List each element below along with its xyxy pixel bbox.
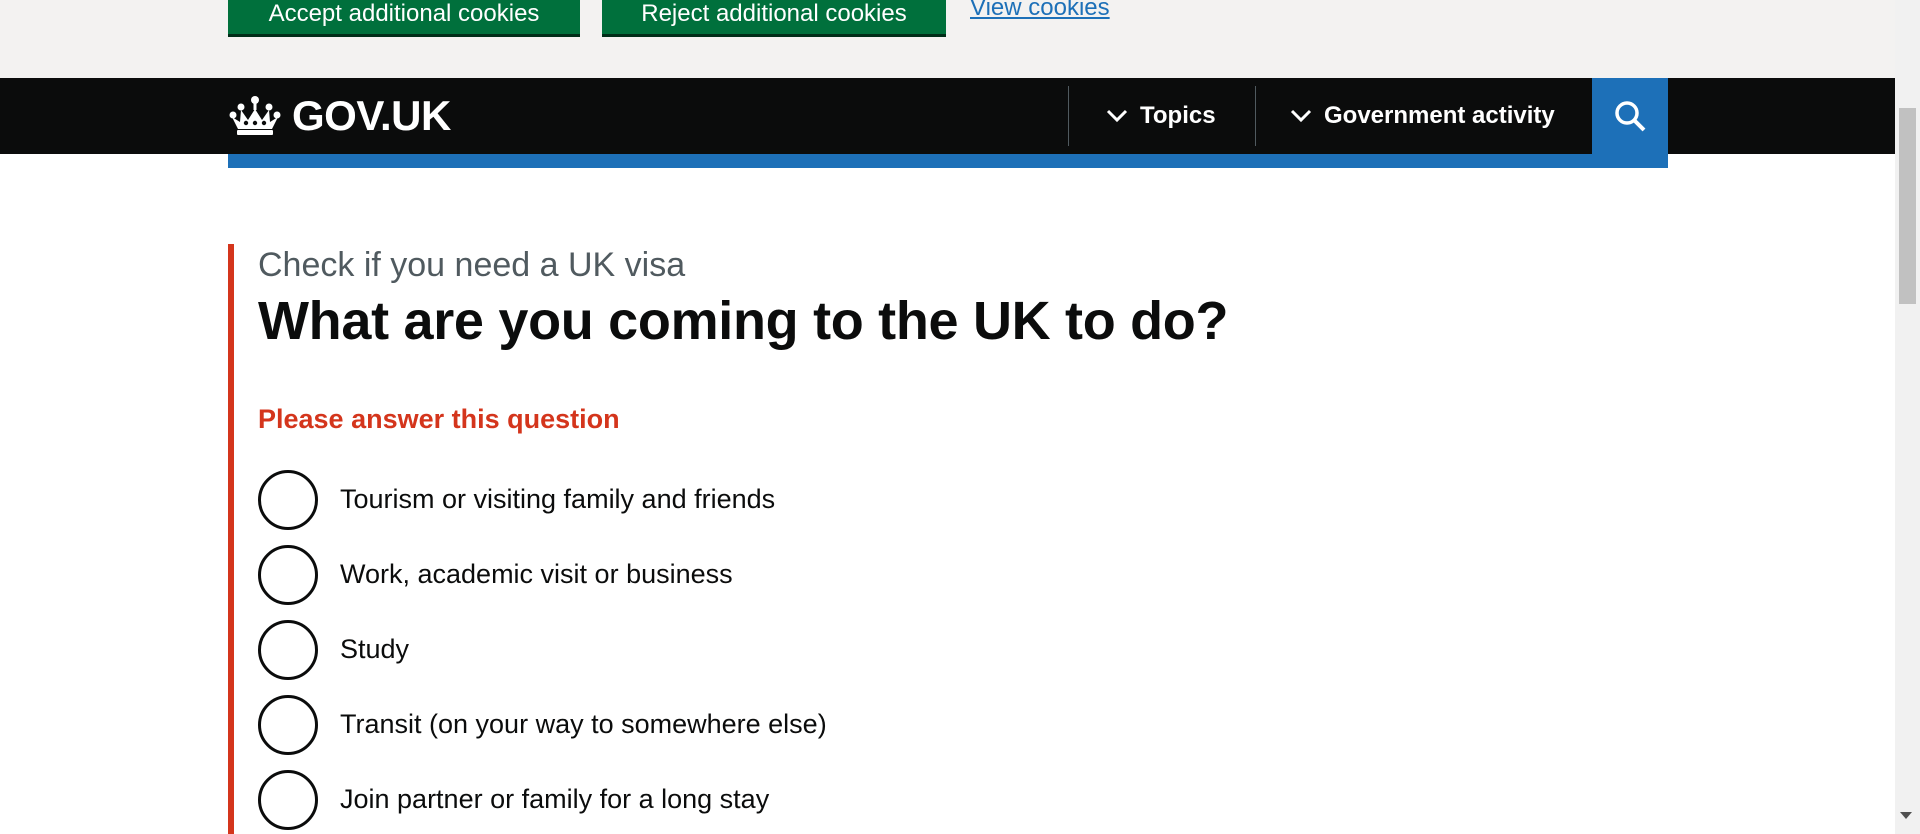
radio-option-study[interactable]: Study xyxy=(258,612,827,687)
search-button[interactable] xyxy=(1592,78,1668,154)
scroll-down-arrow-icon[interactable] xyxy=(1900,812,1912,819)
site-header: GOV.UK Topics Government activity xyxy=(0,78,1895,154)
radio-label[interactable]: Study xyxy=(340,634,409,665)
nav-divider xyxy=(1068,86,1069,146)
reject-cookies-button[interactable]: Reject additional cookies xyxy=(602,0,946,34)
nav-government-activity-button[interactable]: Government activity xyxy=(1290,78,1555,154)
chevron-down-icon xyxy=(1106,109,1128,123)
radio-label[interactable]: Tourism or visiting family and friends xyxy=(340,484,775,515)
error-message: Please answer this question xyxy=(258,404,620,434)
radio-button[interactable] xyxy=(258,694,318,755)
radio-option-join-family[interactable]: Join partner or family for a long stay xyxy=(258,762,827,834)
radio-option-transit[interactable]: Transit (on your way to somewhere else) xyxy=(258,687,827,762)
govuk-logo-link[interactable]: GOV.UK xyxy=(228,92,451,140)
page-caption: Check if you need a UK visa xyxy=(258,246,686,284)
cookie-banner: Accept additional cookies Reject additio… xyxy=(0,0,1895,78)
page: Accept additional cookies Reject additio… xyxy=(0,0,1920,834)
crown-icon xyxy=(229,96,281,135)
error-border xyxy=(228,244,234,834)
radio-group: Tourism or visiting family and friends W… xyxy=(258,462,827,834)
radio-button[interactable] xyxy=(258,769,318,830)
scrollbar-thumb[interactable] xyxy=(1899,108,1916,304)
radio-label[interactable]: Work, academic visit or business xyxy=(340,559,733,590)
view-cookies-link[interactable]: View cookies xyxy=(970,0,1110,22)
radio-option-work[interactable]: Work, academic visit or business xyxy=(258,537,827,612)
header-blue-bar xyxy=(228,154,1668,168)
accept-cookies-button[interactable]: Accept additional cookies xyxy=(228,0,580,34)
radio-button[interactable] xyxy=(258,544,318,605)
radio-label[interactable]: Join partner or family for a long stay xyxy=(340,784,769,815)
logo-text: GOV.UK xyxy=(292,92,451,139)
page-title: What are you coming to the UK to do? xyxy=(258,291,1229,351)
nav-government-activity-label: Government activity xyxy=(1324,102,1555,129)
nav-divider xyxy=(1255,86,1256,146)
chevron-down-icon xyxy=(1290,109,1312,123)
radio-button[interactable] xyxy=(258,619,318,680)
radio-button[interactable] xyxy=(258,469,318,530)
radio-option-tourism[interactable]: Tourism or visiting family and friends xyxy=(258,462,827,537)
nav-topics-button[interactable]: Topics xyxy=(1106,78,1216,154)
radio-label[interactable]: Transit (on your way to somewhere else) xyxy=(340,709,827,740)
search-icon xyxy=(1615,101,1646,132)
nav-topics-label: Topics xyxy=(1140,102,1216,129)
